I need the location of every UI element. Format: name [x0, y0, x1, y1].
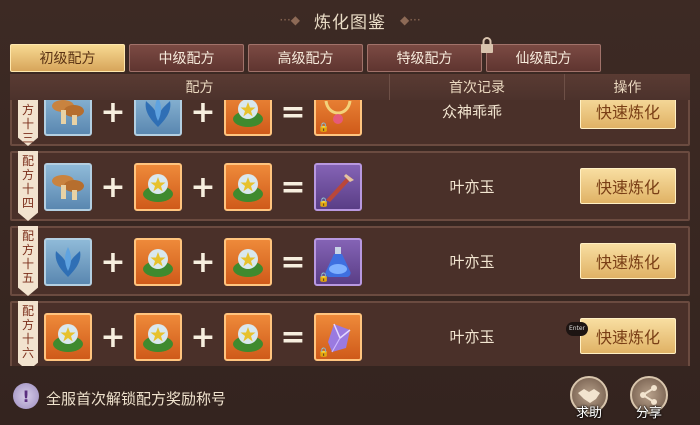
page-title: 炼化图鉴: [314, 12, 386, 33]
lock-icon: 🔒: [318, 273, 330, 283]
tab-label: 特级配方: [396, 51, 453, 67]
plus-icon: +: [100, 100, 126, 130]
ribbon-char: 方: [21, 103, 34, 117]
tab-label: 中级配方: [158, 51, 215, 67]
blue-potion-icon[interactable]: 🔒: [314, 238, 362, 286]
first-record-name: 叶亦玉: [449, 327, 495, 346]
ribbon-char: 方: [21, 318, 34, 332]
first-record-name: 叶亦玉: [449, 177, 495, 196]
star-herb-icon[interactable]: [224, 313, 272, 361]
blue-flower-icon[interactable]: [134, 100, 182, 136]
ribbon-char: 六: [21, 346, 34, 360]
equals-icon: =: [280, 244, 306, 280]
star-herb-icon[interactable]: [224, 100, 272, 136]
tab-immortal[interactable]: 仙级配方: [480, 37, 601, 72]
first-record-name: 众神乖乖: [441, 102, 502, 121]
recipe-ribbon: 方 十 三: [18, 100, 38, 146]
tab-label: 仙级配方: [515, 51, 572, 67]
refine-codex-panel: ···◆ 炼化图鉴 ◆··· 初级配方 中级配方 高级配方 特级配方 仙级配方 …: [0, 0, 700, 425]
share-label: 分享: [635, 406, 662, 421]
tab-label: 高级配方: [277, 51, 334, 67]
plus-icon: +: [100, 319, 126, 355]
gold-necklace-icon[interactable]: 🔒: [314, 100, 362, 136]
column-recipe: 配方: [10, 74, 390, 100]
ribbon-char: 五: [21, 271, 34, 285]
lock-icon: 🔒: [318, 348, 330, 358]
ribbon-char: 十: [21, 257, 34, 271]
quick-refine-button[interactable]: 快速炼化: [580, 243, 676, 279]
quick-refine-button[interactable]: 快速炼化: [580, 318, 676, 354]
ribbon-char: 配: [21, 154, 34, 168]
star-herb-icon[interactable]: [44, 313, 92, 361]
column-first-record: 首次记录: [390, 74, 565, 100]
purple-weapon-icon[interactable]: 🔒: [314, 163, 362, 211]
recipe-row: 配 方 十 六 + + = 🔒 叶亦玉 快速炼化: [10, 301, 690, 366]
ribbon-char: 十: [21, 117, 34, 131]
ribbon-char: 十: [21, 182, 34, 196]
quick-refine-button[interactable]: 快速炼化: [580, 168, 676, 204]
recipe-row: 配 方 十 四 + + = 🔒 叶亦玉 快速炼化: [10, 151, 690, 221]
plus-icon: +: [100, 169, 126, 205]
help-label: 求助: [575, 406, 602, 421]
star-herb-icon[interactable]: [134, 238, 182, 286]
title-ornament-left: ···◆: [279, 13, 300, 27]
column-action: 操作: [613, 80, 642, 96]
mushroom-icon[interactable]: [44, 163, 92, 211]
first-record-name: 叶亦玉: [449, 252, 495, 271]
footer-bar: ! 全服首次解锁配方奖励称号 求助 分享: [0, 370, 700, 425]
ribbon-char: 方: [21, 243, 34, 257]
recipe-list[interactable]: 方 十 三 + + = 🔒 众神乖乖 快速炼化 配 方 十 四 + + = 🔒 …: [10, 100, 690, 366]
recipe-ribbon: 配 方 十 四: [18, 151, 38, 221]
blue-flower-icon[interactable]: [44, 238, 92, 286]
lock-icon: 🔒: [318, 123, 330, 133]
ribbon-char: 配: [21, 229, 34, 243]
mushroom-icon[interactable]: [44, 100, 92, 136]
plus-icon: +: [190, 169, 216, 205]
recipe-formula: + + = 🔒: [44, 238, 362, 286]
plus-icon: +: [190, 244, 216, 280]
exclamation-icon: !: [13, 383, 39, 409]
ribbon-char: 十: [21, 332, 34, 346]
lock-icon: 🔒: [318, 198, 330, 208]
lock-icon: [479, 37, 494, 53]
ribbon-char: 配: [21, 304, 34, 318]
plus-icon: +: [190, 100, 216, 130]
recipe-row: 配 方 十 五 + + = 🔒 叶亦玉 快速炼化: [10, 226, 690, 296]
recipe-tabs: 初级配方 中级配方 高级配方 特级配方 仙级配方: [10, 37, 605, 72]
equals-icon: =: [280, 319, 306, 355]
ribbon-char: 四: [21, 196, 34, 210]
ribbon-char: 三: [21, 131, 34, 145]
recipe-row: 方 十 三 + + = 🔒 众神乖乖 快速炼化: [10, 100, 690, 146]
equals-icon: =: [280, 169, 306, 205]
tab-basic[interactable]: 初级配方: [10, 44, 125, 72]
tab-advanced[interactable]: 高级配方: [248, 44, 363, 72]
title-bar: ···◆ 炼化图鉴 ◆···: [0, 0, 700, 40]
tab-intermediate[interactable]: 中级配方: [129, 44, 244, 72]
ribbon-char: 方: [21, 168, 34, 182]
enter-hint-tag: Enter: [566, 322, 588, 336]
quick-refine-button[interactable]: 快速炼化: [580, 100, 676, 129]
tab-special[interactable]: 特级配方: [367, 44, 482, 72]
crystal-gem-icon[interactable]: 🔒: [314, 313, 362, 361]
title-ornament-right: ◆···: [400, 13, 421, 27]
recipe-formula: + + = 🔒: [44, 100, 362, 136]
plus-icon: +: [190, 319, 216, 355]
recipe-ribbon: 配 方 十 五: [18, 226, 38, 296]
star-herb-icon[interactable]: [134, 313, 182, 361]
star-herb-icon[interactable]: [134, 163, 182, 211]
recipe-ribbon: 配 方 十 六: [18, 301, 38, 366]
tab-label: 初级配方: [39, 51, 96, 67]
plus-icon: +: [100, 244, 126, 280]
column-header: 配方 首次记录 操作: [10, 74, 690, 100]
star-herb-icon[interactable]: [224, 163, 272, 211]
star-herb-icon[interactable]: [224, 238, 272, 286]
equals-icon: =: [280, 100, 306, 130]
recipe-formula: + + = 🔒: [44, 163, 362, 211]
recipe-formula: + + = 🔒: [44, 313, 362, 361]
reward-notice: 全服首次解锁配方奖励称号: [46, 390, 227, 408]
